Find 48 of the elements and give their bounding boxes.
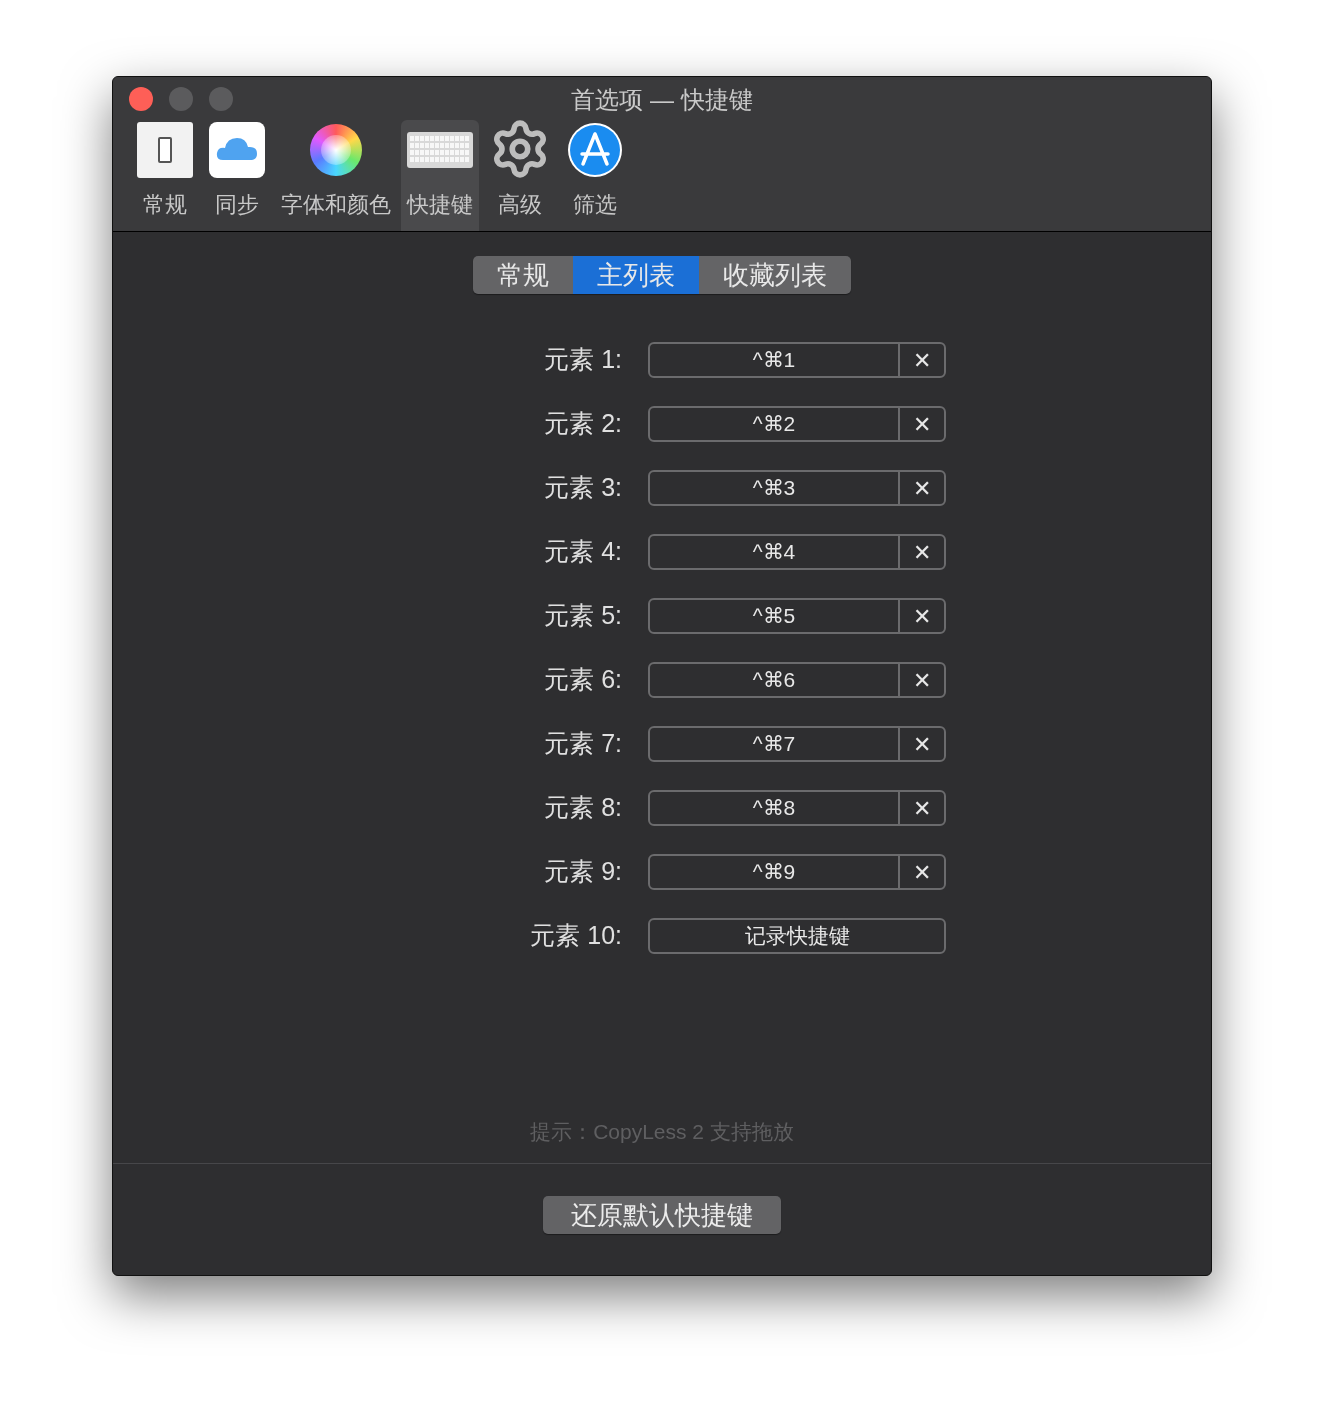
toolbar-tab[interactable]: 高级 [483, 120, 557, 231]
shortcut-label: 元素 10: [529, 920, 623, 952]
shortcut-label: 元素 5: [543, 600, 623, 632]
app-store-icon [567, 122, 623, 178]
window-title: 首选项 — 快捷键 [571, 84, 753, 115]
clear-button[interactable]: ✕ [900, 344, 944, 376]
shortcut-label: 元素 4: [543, 536, 623, 568]
shortcut-label: 元素 9: [543, 856, 623, 888]
shortcut-field[interactable]: ^⌘8 ✕ [648, 790, 946, 826]
close-button[interactable] [129, 87, 153, 111]
shortcut-label: 元素 3: [543, 472, 623, 504]
zoom-button[interactable] [209, 87, 233, 111]
keyboard-icon [407, 130, 473, 170]
shortcut-label: 元素 7: [543, 728, 623, 760]
shortcut-field[interactable]: ^⌘5 ✕ [648, 598, 946, 634]
cloud-icon [209, 122, 265, 178]
color-wheel-icon [310, 124, 362, 176]
shortcut-label: 元素 8: [543, 792, 623, 824]
shortcut-label: 元素 2: [543, 408, 623, 440]
light-switch-icon [137, 122, 193, 178]
segment-tab[interactable]: 常规 [473, 256, 573, 294]
clear-button[interactable]: ✕ [900, 600, 944, 632]
segment-tab[interactable]: 收藏列表 [699, 256, 851, 294]
clear-button[interactable]: ✕ [900, 856, 944, 888]
toolbar-tab[interactable]: 快捷键 [401, 120, 479, 231]
reset-shortcuts-button[interactable]: 还原默认快捷键 [543, 1196, 781, 1234]
record-shortcut-button[interactable]: 记录快捷键 [648, 918, 946, 954]
segment-tab[interactable]: 主列表 [573, 256, 699, 294]
shortcut-field[interactable]: ^⌘9 ✕ [648, 854, 946, 890]
shortcut-field[interactable]: ^⌘3 ✕ [648, 470, 946, 506]
shortcut-label: 元素 6: [543, 664, 623, 696]
clear-button[interactable]: ✕ [900, 664, 944, 696]
toolbar-tab[interactable]: 筛选 [561, 120, 629, 231]
shortcut-field[interactable]: ^⌘4 ✕ [648, 534, 946, 570]
shortcut-field[interactable]: ^⌘1 ✕ [648, 342, 946, 378]
clear-button[interactable]: ✕ [900, 728, 944, 760]
toolbar-tab[interactable]: 同步 [203, 120, 271, 231]
clear-button[interactable]: ✕ [900, 536, 944, 568]
shortcut-field[interactable]: ^⌘2 ✕ [648, 406, 946, 442]
minimize-button[interactable] [169, 87, 193, 111]
shortcut-label: 元素 1: [543, 344, 623, 376]
toolbar-tab[interactable]: 常规 [131, 120, 199, 231]
clear-button[interactable]: ✕ [900, 408, 944, 440]
clear-button[interactable]: ✕ [900, 792, 944, 824]
toolbar-tab[interactable]: 字体和颜色 [275, 120, 397, 231]
shortcut-field[interactable]: ^⌘6 ✕ [648, 662, 946, 698]
shortcut-field[interactable]: ^⌘7 ✕ [648, 726, 946, 762]
clear-button[interactable]: ✕ [900, 472, 944, 504]
